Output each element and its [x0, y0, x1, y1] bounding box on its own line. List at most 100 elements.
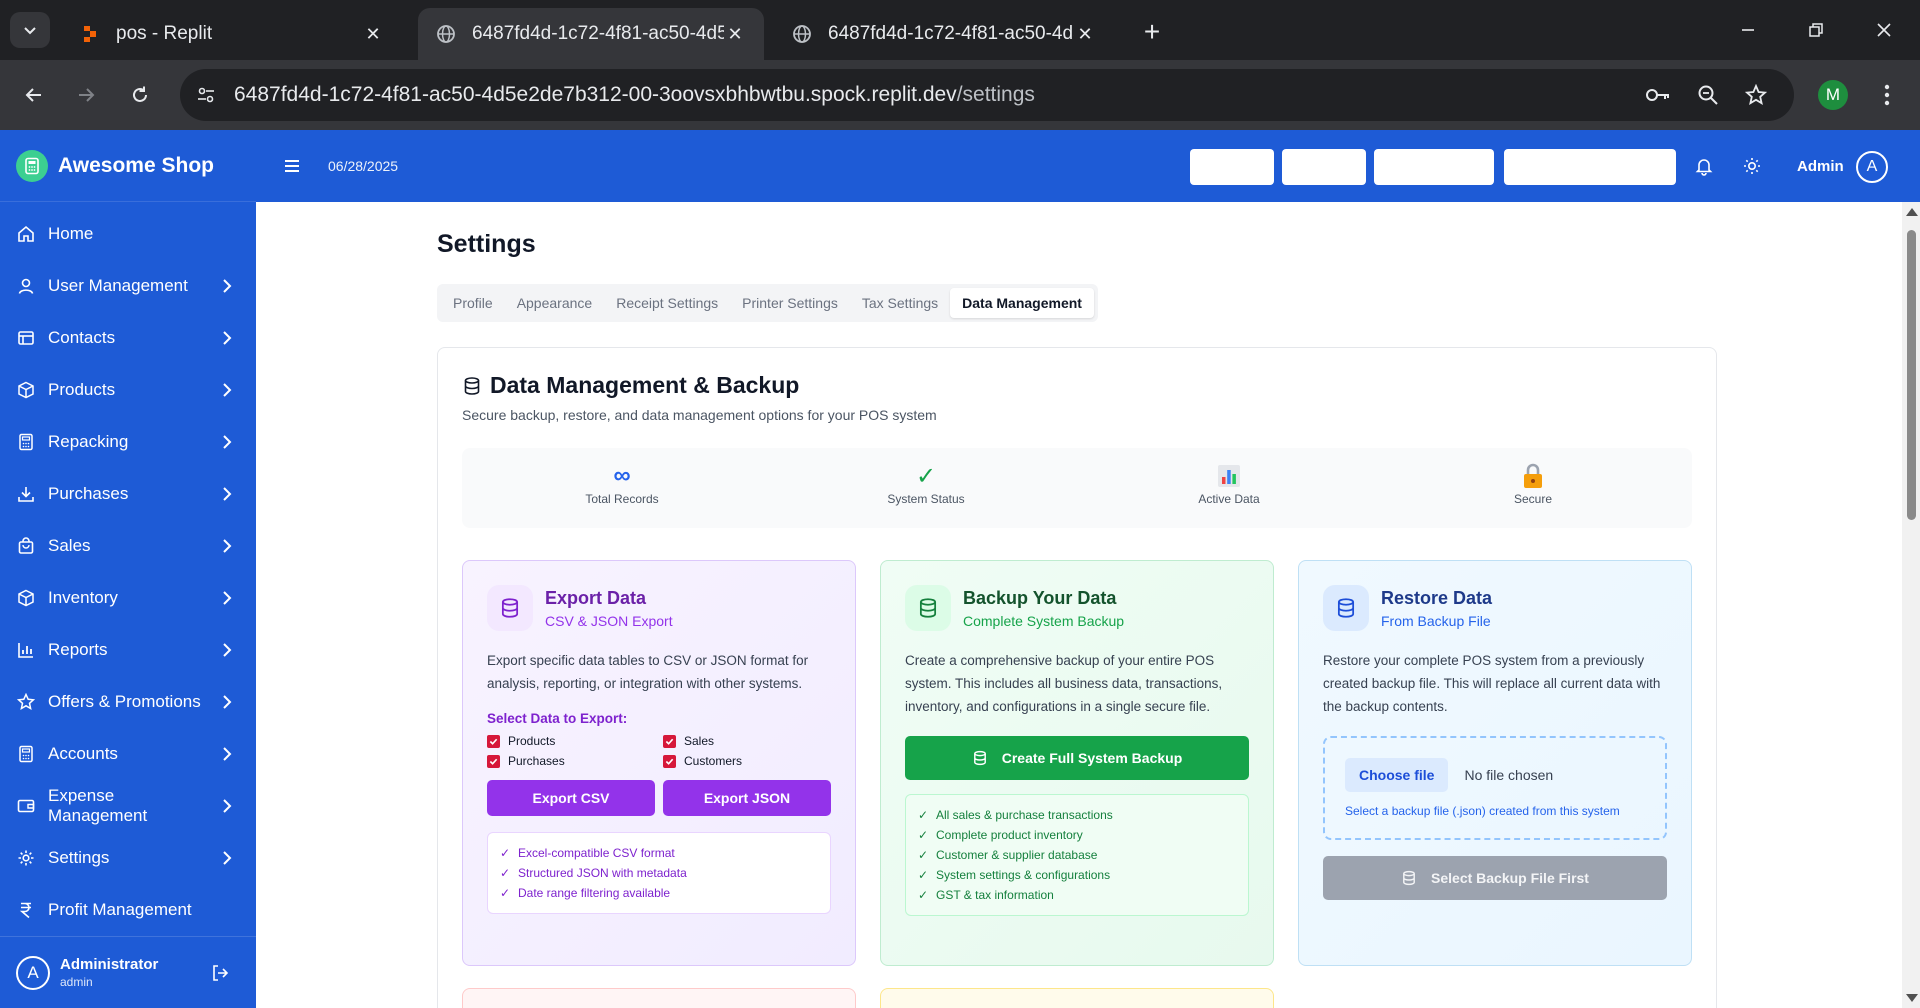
restore-backup-button[interactable]: Select Backup File First — [1323, 856, 1667, 900]
sidebar-item-products[interactable]: Products — [0, 364, 256, 416]
feature-item: ✓ GST & tax information — [918, 885, 1236, 905]
sun-icon[interactable] — [1742, 156, 1762, 176]
chevron-right-icon — [223, 539, 232, 553]
browser-tab-3[interactable]: 6487fd4d-1c72-4f81-ac50-4d5e ✕ — [774, 8, 1114, 60]
tab-appearance[interactable]: Appearance — [505, 288, 605, 318]
sidebar-item-home[interactable]: Home — [0, 208, 256, 260]
checkbox-checked-icon[interactable] — [487, 734, 500, 748]
globe-icon — [437, 25, 455, 43]
export-title: Export Data — [545, 587, 647, 608]
scroll-thumb[interactable] — [1907, 230, 1916, 520]
check-icon: ✓ — [918, 848, 929, 862]
address-bar[interactable]: 6487fd4d-1c72-4f81-ac50-4d5e2de7b312-00-… — [180, 69, 1794, 121]
feature-text: Date range filtering available — [518, 886, 671, 900]
checkbox-checked-icon[interactable] — [663, 754, 676, 768]
sidebar-item-profit-management[interactable]: Profit Management — [0, 884, 256, 936]
export-option-customers[interactable]: Customers — [663, 754, 839, 768]
bell-icon[interactable] — [1694, 156, 1714, 176]
create-backup-button[interactable]: Create Full System Backup — [905, 736, 1249, 780]
sidebar-item-purchases[interactable]: Purchases — [0, 468, 256, 520]
brand[interactable]: Awesome Shop — [0, 130, 256, 202]
sidebar-item-label: Offers & Promotions — [48, 692, 201, 711]
tab-data-management[interactable]: Data Management — [950, 288, 1094, 318]
sidebar-item-reports[interactable]: Reports — [0, 624, 256, 676]
tab-search-button[interactable] — [10, 12, 50, 48]
password-key-icon[interactable] — [1640, 77, 1676, 113]
avatar[interactable]: A — [16, 955, 50, 990]
tab-title: 6487fd4d-1c72-4f81-ac50-4d5e — [828, 23, 1074, 44]
back-button[interactable] — [16, 77, 52, 113]
data-management-card: Data Management & Backup Secure backup, … — [437, 347, 1717, 1008]
scroll-up-arrow-icon[interactable] — [1906, 208, 1918, 216]
reload-button[interactable] — [122, 77, 158, 113]
page-scrollbar[interactable] — [1902, 202, 1920, 1008]
export-csv-button[interactable]: Export CSV — [487, 780, 655, 816]
menu-icon[interactable] — [282, 156, 302, 176]
forward-button[interactable] — [68, 77, 104, 113]
header-action-button-3[interactable] — [1374, 149, 1494, 185]
bookmark-star-icon[interactable] — [1738, 77, 1774, 113]
box-icon — [16, 380, 36, 400]
zoom-icon[interactable] — [1690, 77, 1726, 113]
choose-file-button[interactable]: Choose file — [1345, 758, 1449, 792]
backup-file-dropzone[interactable]: Choose file No file chosen Select a back… — [1323, 736, 1667, 840]
tab-tax-settings[interactable]: Tax Settings — [850, 288, 950, 318]
url-text[interactable]: 6487fd4d-1c72-4f81-ac50-4d5e2de7b312-00-… — [234, 83, 1035, 107]
header-action-button-1[interactable] — [1190, 149, 1274, 185]
chevron-right-icon — [223, 435, 232, 449]
minimize-button[interactable] — [1730, 14, 1766, 46]
sidebar-item-label: Expense Management — [48, 786, 148, 825]
checkbox-checked-icon[interactable] — [487, 754, 500, 768]
stat-label: System Status — [887, 492, 965, 506]
option-label: Products — [508, 734, 556, 748]
chart-emoji-icon — [1129, 462, 1329, 490]
home-icon — [16, 224, 36, 244]
tab-receipt-settings[interactable]: Receipt Settings — [604, 288, 730, 318]
sidebar-item-accounts[interactable]: Accounts — [0, 728, 256, 780]
feature-text: All sales & purchase transactions — [936, 808, 1113, 822]
close-tab-icon[interactable]: ✕ — [1074, 23, 1096, 45]
sidebar-item-sales[interactable]: Sales — [0, 520, 256, 572]
restore-button[interactable] — [1798, 14, 1834, 46]
browser-tab-replit[interactable]: pos - Replit ✕ — [62, 8, 402, 60]
close-window-button[interactable] — [1866, 14, 1902, 46]
profile-avatar[interactable]: M — [1818, 80, 1848, 110]
sidebar-item-user-management[interactable]: User Management — [0, 260, 256, 312]
card-title: Data Management & Backup — [462, 372, 799, 399]
tab-printer-settings[interactable]: Printer Settings — [730, 288, 850, 318]
close-tab-icon[interactable]: ✕ — [362, 23, 384, 45]
sidebar-item-expense-management[interactable]: Expense Management — [0, 780, 256, 832]
sidebar-item-offers-promotions[interactable]: Offers & Promotions — [0, 676, 256, 728]
header-action-button-2[interactable] — [1282, 149, 1366, 185]
header-user-name[interactable]: Admin — [1797, 158, 1844, 175]
export-option-sales[interactable]: Sales — [663, 734, 839, 748]
avatar[interactable]: A — [1856, 151, 1888, 183]
checkbox-checked-icon[interactable] — [663, 734, 676, 748]
check-icon: ✓ — [918, 808, 929, 822]
sidebar-item-contacts[interactable]: Contacts — [0, 312, 256, 364]
brand-name: Awesome Shop — [58, 153, 214, 177]
browser-tab-active[interactable]: 6487fd4d-1c72-4f81-ac50-4d5e ✕ — [418, 8, 764, 60]
export-option-purchases[interactable]: Purchases — [487, 754, 663, 768]
export-options: Products Sales Purchases Customers — [487, 734, 831, 768]
tab-profile[interactable]: Profile — [441, 288, 505, 318]
export-option-products[interactable]: Products — [487, 734, 663, 748]
new-tab-button[interactable]: + — [1134, 14, 1170, 50]
sidebar-item-repacking[interactable]: Repacking — [0, 416, 256, 468]
export-json-button[interactable]: Export JSON — [663, 780, 831, 816]
sidebar-item-settings[interactable]: Settings — [0, 832, 256, 884]
sidebar-item-label: Settings — [48, 848, 110, 867]
feature-text: GST & tax information — [936, 888, 1054, 902]
logout-icon[interactable] — [210, 963, 230, 983]
header-action-button-4[interactable] — [1504, 149, 1676, 185]
close-tab-icon[interactable]: ✕ — [724, 23, 746, 45]
scroll-down-arrow-icon[interactable] — [1906, 994, 1918, 1002]
sidebar-item-inventory[interactable]: Inventory — [0, 572, 256, 624]
restore-icon — [1809, 23, 1823, 37]
restore-data-panel: Restore Data From Backup File Restore yo… — [1298, 560, 1692, 966]
site-info-icon[interactable] — [180, 69, 232, 121]
backup-features: ✓ All sales & purchase transactions ✓ Comp… — [905, 794, 1249, 916]
browser-menu-icon[interactable] — [1872, 77, 1902, 113]
stat-system-status: ✓ System Status — [826, 462, 1026, 507]
feature-item: ✓ Structured JSON with metadata — [500, 863, 818, 883]
